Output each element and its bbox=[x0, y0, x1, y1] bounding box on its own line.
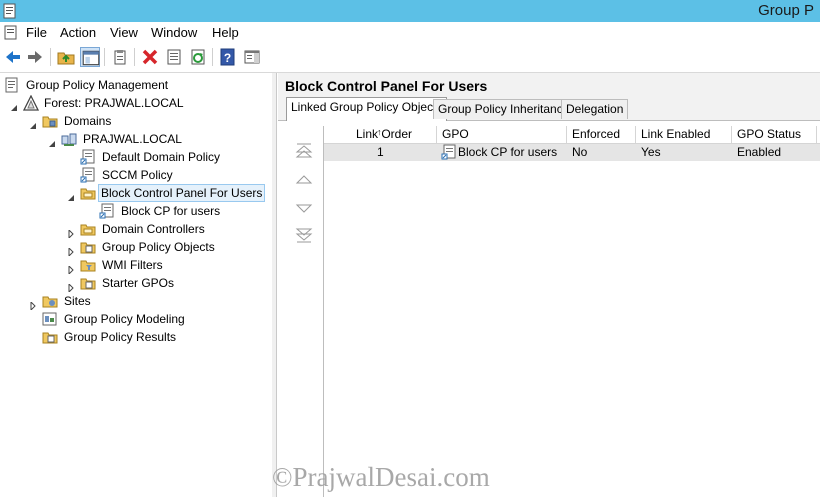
tree-label: Group Policy Management bbox=[26, 78, 169, 92]
sites-icon bbox=[42, 293, 58, 309]
gpm-console-icon bbox=[4, 77, 20, 93]
menu-bar: File Action View Window Help bbox=[0, 22, 820, 43]
expanded-triangle-icon[interactable] bbox=[10, 99, 18, 111]
tree-label: Forest: PRAJWAL.LOCAL bbox=[44, 96, 184, 110]
gpmc-app-icon[interactable] bbox=[3, 3, 17, 19]
expanded-triangle-icon[interactable] bbox=[29, 117, 37, 129]
delete-icon[interactable] bbox=[140, 47, 160, 67]
svg-text:?: ? bbox=[224, 51, 231, 65]
tree-label: Group Policy Results bbox=[64, 330, 177, 344]
expanded-triangle-icon[interactable] bbox=[48, 135, 56, 147]
collapsed-triangle-icon[interactable] bbox=[67, 243, 75, 258]
toolbar: ? bbox=[0, 43, 820, 73]
collapsed-triangle-icon[interactable] bbox=[67, 225, 75, 240]
column-enforced[interactable]: Enforced bbox=[567, 126, 636, 143]
help-icon[interactable]: ? bbox=[218, 47, 238, 67]
properties-icon[interactable] bbox=[164, 47, 184, 67]
tree-label: PRAJWAL.LOCAL bbox=[83, 132, 182, 146]
title-bar: Group P bbox=[0, 0, 820, 22]
tree-label: Sites bbox=[64, 294, 91, 308]
column-link-enabled[interactable]: Link Enabled bbox=[636, 126, 732, 143]
tab-strip: Linked Group Policy Objects Group Policy… bbox=[278, 97, 820, 121]
collapsed-triangle-icon[interactable] bbox=[67, 261, 75, 276]
gpo-folder-icon bbox=[80, 239, 96, 255]
toolbar-separator bbox=[50, 48, 51, 66]
menu-view[interactable]: View bbox=[110, 25, 138, 40]
domains-folder-icon bbox=[42, 113, 58, 129]
menu-action[interactable]: Action bbox=[60, 25, 96, 40]
wmi-folder-icon bbox=[80, 257, 96, 273]
back-arrow-icon[interactable] bbox=[3, 47, 23, 67]
details-header: Block Control Panel For Users bbox=[278, 73, 820, 97]
cell-gpo-status: Enabled bbox=[737, 145, 782, 159]
menu-help[interactable]: Help bbox=[212, 25, 239, 40]
tree-label: Default Domain Policy bbox=[102, 150, 221, 164]
move-down-icon[interactable] bbox=[294, 200, 314, 218]
tab-gp-inheritance[interactable]: Group Policy Inheritance bbox=[433, 99, 575, 119]
cell-enforced: No bbox=[572, 145, 588, 159]
column-gpo[interactable]: GPO bbox=[437, 126, 567, 143]
table-header: Link Order GPO Enforced Link Enabled GPO… bbox=[324, 126, 820, 144]
collapsed-triangle-icon[interactable] bbox=[29, 297, 37, 312]
tree-label: Group Policy Objects bbox=[102, 240, 215, 254]
collapsed-triangle-icon[interactable] bbox=[67, 279, 75, 294]
show-hide-action-pane-icon[interactable] bbox=[242, 47, 262, 67]
results-icon bbox=[42, 329, 58, 345]
move-to-top-icon[interactable] bbox=[294, 141, 314, 159]
cell-gpo: Block CP for users bbox=[458, 145, 558, 159]
watermark: ©PrajwalDesai.com bbox=[272, 462, 490, 492]
tree-label: Block Control Panel For Users bbox=[98, 184, 266, 202]
menu-file[interactable]: File bbox=[26, 25, 47, 40]
toolbar-separator bbox=[134, 48, 135, 66]
starter-gpo-folder-icon bbox=[80, 275, 96, 291]
menu-window[interactable]: Window bbox=[151, 25, 197, 40]
tree-splitter[interactable] bbox=[272, 73, 276, 497]
clipboard-icon[interactable] bbox=[110, 47, 130, 67]
tree-label: Domains bbox=[64, 114, 112, 128]
column-gpo-status[interactable]: GPO Status bbox=[732, 126, 817, 143]
tree-label: WMI Filters bbox=[102, 258, 163, 272]
tree-label: Domain Controllers bbox=[102, 222, 205, 236]
modeling-icon bbox=[42, 311, 58, 327]
domain-icon bbox=[61, 131, 77, 147]
details-pane: Block Control Panel For Users Linked Gro… bbox=[278, 73, 820, 497]
details-title: Block Control Panel For Users bbox=[285, 78, 488, 94]
toolbar-separator bbox=[212, 48, 213, 66]
tree-label: Group Policy Modeling bbox=[64, 312, 185, 326]
gpo-link-icon bbox=[441, 144, 457, 160]
ou-folder-icon bbox=[80, 185, 96, 201]
show-hide-console-tree-icon[interactable] bbox=[80, 47, 100, 67]
gpo-link-icon bbox=[99, 203, 115, 219]
gpo-link-icon bbox=[80, 167, 96, 183]
forward-arrow-icon[interactable] bbox=[25, 47, 45, 67]
tab-linked-gpos[interactable]: Linked Group Policy Objects bbox=[286, 97, 448, 121]
tree-label: SCCM Policy bbox=[102, 168, 173, 182]
forest-icon bbox=[22, 94, 40, 111]
up-folder-icon[interactable] bbox=[56, 47, 76, 67]
gpo-link-icon bbox=[80, 149, 96, 165]
cell-link-order: 1 bbox=[377, 145, 384, 159]
tree-label: Block CP for users bbox=[121, 204, 221, 218]
console-icon[interactable] bbox=[4, 25, 18, 40]
expanded-triangle-icon[interactable] bbox=[67, 189, 75, 201]
refresh-icon[interactable] bbox=[188, 47, 208, 67]
cell-link-enabled: Yes bbox=[641, 145, 661, 159]
ou-folder-icon bbox=[80, 221, 96, 237]
console-tree[interactable]: Group Policy Management Forest: PRAJWAL.… bbox=[0, 73, 277, 497]
move-to-bottom-icon[interactable] bbox=[294, 227, 314, 245]
linked-gpo-table: Link Order GPO Enforced Link Enabled GPO… bbox=[323, 126, 820, 497]
toolbar-separator bbox=[104, 48, 105, 66]
sort-ascending-icon: ↑ bbox=[377, 127, 382, 137]
table-row[interactable]: 1 Block CP for users No Yes Enabled bbox=[324, 144, 820, 161]
tree-label: Starter GPOs bbox=[102, 276, 175, 290]
tab-delegation[interactable]: Delegation bbox=[561, 99, 629, 119]
window-title: Group P bbox=[758, 2, 814, 19]
move-up-icon[interactable] bbox=[294, 172, 314, 190]
